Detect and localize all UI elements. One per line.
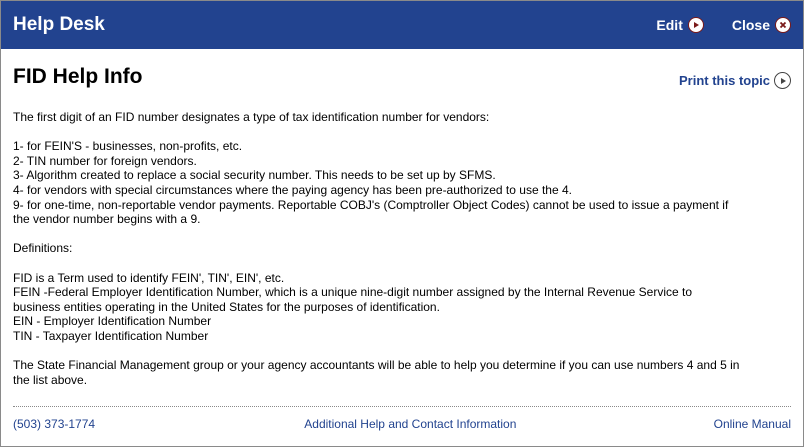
footer: (503) 373-1774 Additional Help and Conta… bbox=[13, 417, 791, 431]
print-topic-label: Print this topic bbox=[679, 73, 770, 88]
footer-divider bbox=[13, 406, 791, 407]
help-text-line: TIN - Taxpayer Identification Number bbox=[13, 328, 209, 343]
help-text-line: business entities operating in the Unite… bbox=[13, 299, 440, 314]
window-title: Help Desk bbox=[13, 14, 105, 35]
edit-label: Edit bbox=[656, 17, 683, 33]
support-phone: (503) 373-1774 bbox=[13, 417, 96, 431]
help-text-line bbox=[13, 227, 791, 242]
help-text-line: 2- TIN number for foreign vendors. bbox=[13, 153, 197, 168]
close-circle-icon bbox=[775, 17, 791, 33]
close-button[interactable]: Close bbox=[732, 17, 791, 33]
help-text-line: 1- for FEIN'S - businesses, non-profits,… bbox=[13, 139, 243, 154]
help-text-line: 9- for one-time, non-reportable vendor p… bbox=[13, 197, 729, 212]
help-text-line bbox=[13, 344, 791, 359]
help-text-line: 3- Algorithm created to replace a social… bbox=[13, 168, 496, 183]
help-text-line: The first digit of an FID number designa… bbox=[13, 110, 490, 124]
play-circle-icon bbox=[687, 17, 704, 33]
online-manual-link[interactable]: Online Manual bbox=[714, 417, 791, 431]
help-body-text: The first digit of an FID number designa… bbox=[13, 110, 791, 387]
heading-row: FID Help Info Print this topic bbox=[13, 49, 791, 99]
print-topic-link[interactable]: Print this topic bbox=[679, 72, 791, 89]
help-text-line: the list above. bbox=[13, 372, 88, 387]
help-text-line: The State Financial Management group or … bbox=[13, 358, 740, 373]
close-label: Close bbox=[731, 17, 770, 33]
edit-button[interactable]: Edit bbox=[656, 17, 704, 33]
help-text-line bbox=[13, 256, 791, 271]
contact-info-link[interactable]: Additional Help and Contact Information bbox=[304, 417, 516, 431]
help-text-line: FID is a Term used to identify FEIN', TI… bbox=[13, 270, 285, 285]
play-circle-icon bbox=[774, 72, 791, 89]
page-title: FID Help Info bbox=[13, 65, 143, 88]
help-text-line: Definitions: bbox=[13, 241, 73, 256]
help-desk-window: Help Desk Edit Close FID Help Info Print… bbox=[0, 0, 804, 447]
help-text-line bbox=[13, 125, 791, 140]
help-text-line: FEIN -Federal Employer Identification Nu… bbox=[13, 285, 693, 300]
title-bar: Help Desk Edit Close bbox=[1, 1, 803, 49]
help-text-line: EIN - Employer Identification Number bbox=[13, 314, 212, 329]
help-text-line: the vendor number begins with a 9. bbox=[13, 212, 201, 227]
help-text-line: 4- for vendors with special circumstance… bbox=[13, 182, 572, 197]
help-content: FID Help Info Print this topic The first… bbox=[1, 49, 803, 387]
